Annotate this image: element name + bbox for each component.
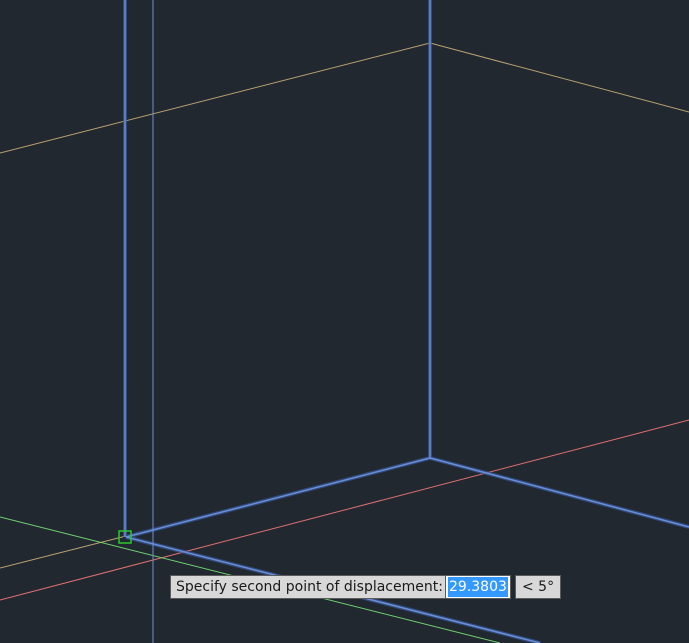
selected-edges — [124, 0, 689, 643]
guide-line-upper-right — [429, 42, 689, 113]
drawing-viewport[interactable]: Specify second point of displacement: 29… — [0, 0, 689, 643]
guide-line-lower — [0, 535, 127, 569]
guide-line-upper — [0, 42, 431, 154]
distance-value: 29.3803 — [448, 577, 508, 597]
command-prompt-tooltip: Specify second point of displacement: — [170, 575, 449, 599]
prompt-text: Specify second point of displacement: — [176, 579, 443, 595]
x-axis-line — [0, 419, 689, 601]
distance-input-field[interactable]: 29.3803 — [445, 575, 511, 599]
angle-value: < 5° — [522, 579, 555, 595]
selected-edges-glow — [123, 0, 689, 643]
model-space-canvas — [0, 0, 689, 643]
angle-input-field[interactable]: < 5° — [515, 575, 562, 599]
